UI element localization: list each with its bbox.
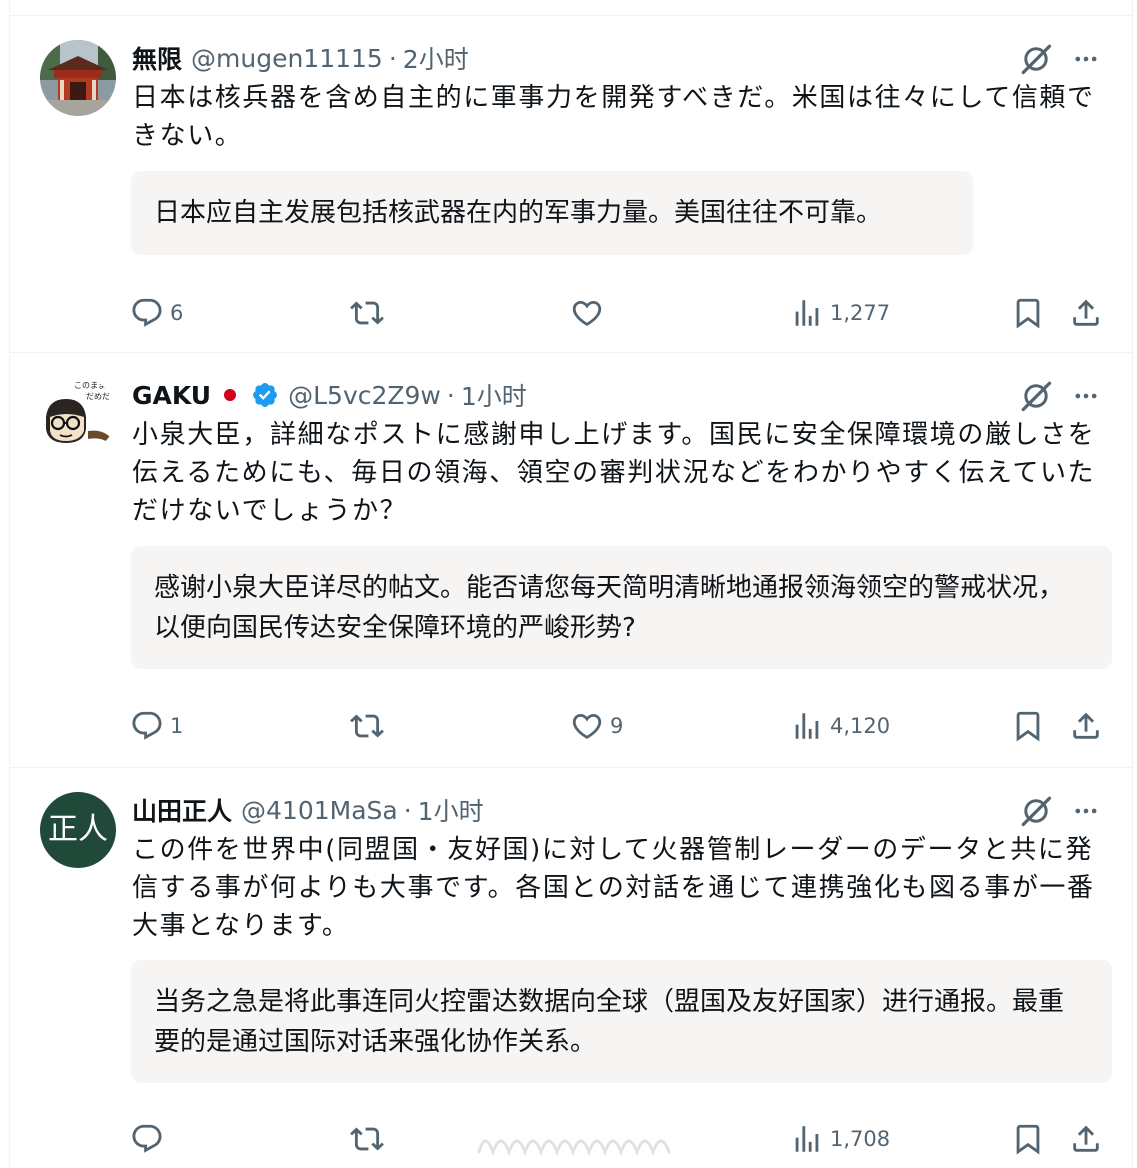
repost-icon	[350, 709, 384, 743]
display-name[interactable]: 山田正人	[132, 792, 232, 828]
share-icon	[1069, 296, 1103, 330]
post-time[interactable]: 1小时	[461, 377, 527, 413]
views-button[interactable]: 1,277	[790, 293, 890, 333]
like-button[interactable]	[570, 293, 610, 333]
reply-post[interactable]: 無限 @mugen11115 · 2小时 日本は核兵器を含め自主的に軍事力を開発…	[10, 17, 1132, 353]
translation-box: 感谢小泉大臣详尽的帖文。能否请您每天简明清晰地通报领海领空的警戒状况，以便向国民…	[131, 546, 1112, 669]
post-header: 山田正人 @4101MaSa · 1小时	[132, 791, 484, 829]
display-name[interactable]: GAKU	[132, 381, 211, 410]
avatar-caption-2: だめだ	[86, 392, 110, 401]
reply-button[interactable]	[130, 1119, 170, 1159]
separator-dot: ·	[388, 43, 397, 73]
bookmark-icon	[1011, 1122, 1045, 1156]
views-chart-icon	[790, 1122, 824, 1156]
views-count: 4,120	[830, 714, 891, 738]
bookmark-icon	[1011, 709, 1045, 743]
repost-icon	[350, 1122, 384, 1156]
user-handle[interactable]: @mugen11115	[191, 44, 383, 73]
views-count: 1,277	[830, 301, 891, 325]
views-button[interactable]: 1,708	[790, 1119, 890, 1159]
post-header: GAKU @L5vc2Z9w · 1小时	[132, 376, 527, 414]
more-icon[interactable]	[1070, 45, 1102, 73]
post-text: 小泉大臣，詳細なポストに感謝申し上げます。国民に安全保障環境の厳しさを伝えるため…	[132, 420, 1096, 526]
post-time[interactable]: 1小时	[418, 792, 484, 828]
translation-box: 当务之急是将此事连同火控雷达数据向全球（盟国及友好国家）进行通报。最重要的是通过…	[131, 960, 1112, 1083]
translation-box: 日本应自主发展包括核武器在内的军事力量。美国往往不可靠。	[131, 171, 973, 255]
reply-count: 6	[170, 301, 184, 325]
post-text: この件を世界中(同盟国・友好国)に対して火器管制レーダーのデータと共に発信する事…	[132, 835, 1095, 941]
share-icon	[1069, 1122, 1103, 1156]
share-icon	[1069, 709, 1103, 743]
share-button[interactable]	[1069, 293, 1103, 333]
like-button[interactable]: 9	[570, 706, 623, 746]
display-name[interactable]: 無限	[132, 40, 182, 76]
repost-button[interactable]	[350, 1119, 390, 1159]
views-chart-icon	[790, 709, 824, 743]
user-handle[interactable]: @L5vc2Z9w	[288, 381, 441, 410]
user-handle[interactable]: @4101MaSa	[241, 796, 398, 825]
views-count: 1,708	[830, 1127, 891, 1151]
grok-icon[interactable]	[1018, 378, 1054, 414]
action-bar: 6 1,277	[10, 293, 1132, 333]
post-text: 日本は核兵器を含め自主的に軍事力を開発すべきだ。米国は往々にして信頼できない。	[132, 83, 1095, 151]
reply-button[interactable]: 6	[130, 293, 183, 333]
reply-icon	[130, 709, 164, 743]
like-count: 9	[610, 714, 624, 738]
bookmark-icon	[1011, 296, 1045, 330]
reply-icon	[130, 1122, 164, 1156]
repost-button[interactable]	[350, 293, 390, 333]
verified-badge-icon[interactable]	[251, 381, 279, 409]
more-icon[interactable]	[1070, 797, 1102, 825]
repost-icon	[350, 296, 384, 330]
heart-icon	[570, 296, 604, 330]
views-button[interactable]: 4,120	[790, 706, 890, 746]
shrine-photo-avatar[interactable]	[40, 40, 116, 116]
grok-icon[interactable]	[1018, 793, 1054, 829]
bookmark-button[interactable]	[1011, 1119, 1045, 1159]
reply-post[interactable]: このままじゃ だめだ GAKU @L5vc2Z9w · 1小时 小泉大臣，詳	[10, 354, 1132, 768]
bookmark-button[interactable]	[1011, 293, 1045, 333]
post-header: 無限 @mugen11115 · 2小时	[132, 39, 469, 77]
text-avatar[interactable]: 正人	[40, 792, 116, 868]
more-icon[interactable]	[1070, 382, 1102, 410]
action-bar: 1,708	[10, 1119, 1132, 1159]
post-time[interactable]: 2小时	[403, 40, 469, 76]
action-bar: 1 9 4,120	[10, 706, 1132, 746]
share-button[interactable]	[1069, 1119, 1103, 1159]
reply-count: 1	[170, 714, 184, 738]
avatar-caption-1: このままじゃ	[74, 381, 116, 390]
heart-icon	[570, 709, 604, 743]
reply-feed: 無限 @mugen11115 · 2小时 日本は核兵器を含め自主的に軍事力を開発…	[9, 0, 1133, 1168]
separator-dot: ·	[403, 795, 412, 825]
repost-button[interactable]	[350, 706, 390, 746]
reply-button[interactable]: 1	[130, 706, 183, 746]
grok-icon[interactable]	[1018, 41, 1054, 77]
separator-dot: ·	[446, 380, 455, 410]
bookmark-button[interactable]	[1011, 706, 1045, 746]
japan-flag-icon	[215, 384, 246, 406]
cartoon-glasses-avatar[interactable]: このままじゃ だめだ	[40, 377, 116, 453]
views-chart-icon	[790, 296, 824, 330]
reply-icon	[130, 296, 164, 330]
previous-post-edge	[10, 0, 1132, 16]
reply-post[interactable]: 正人 山田正人 @4101MaSa · 1小时 この件を世界中(同盟国・友好国)…	[10, 769, 1132, 1168]
share-button[interactable]	[1069, 706, 1103, 746]
